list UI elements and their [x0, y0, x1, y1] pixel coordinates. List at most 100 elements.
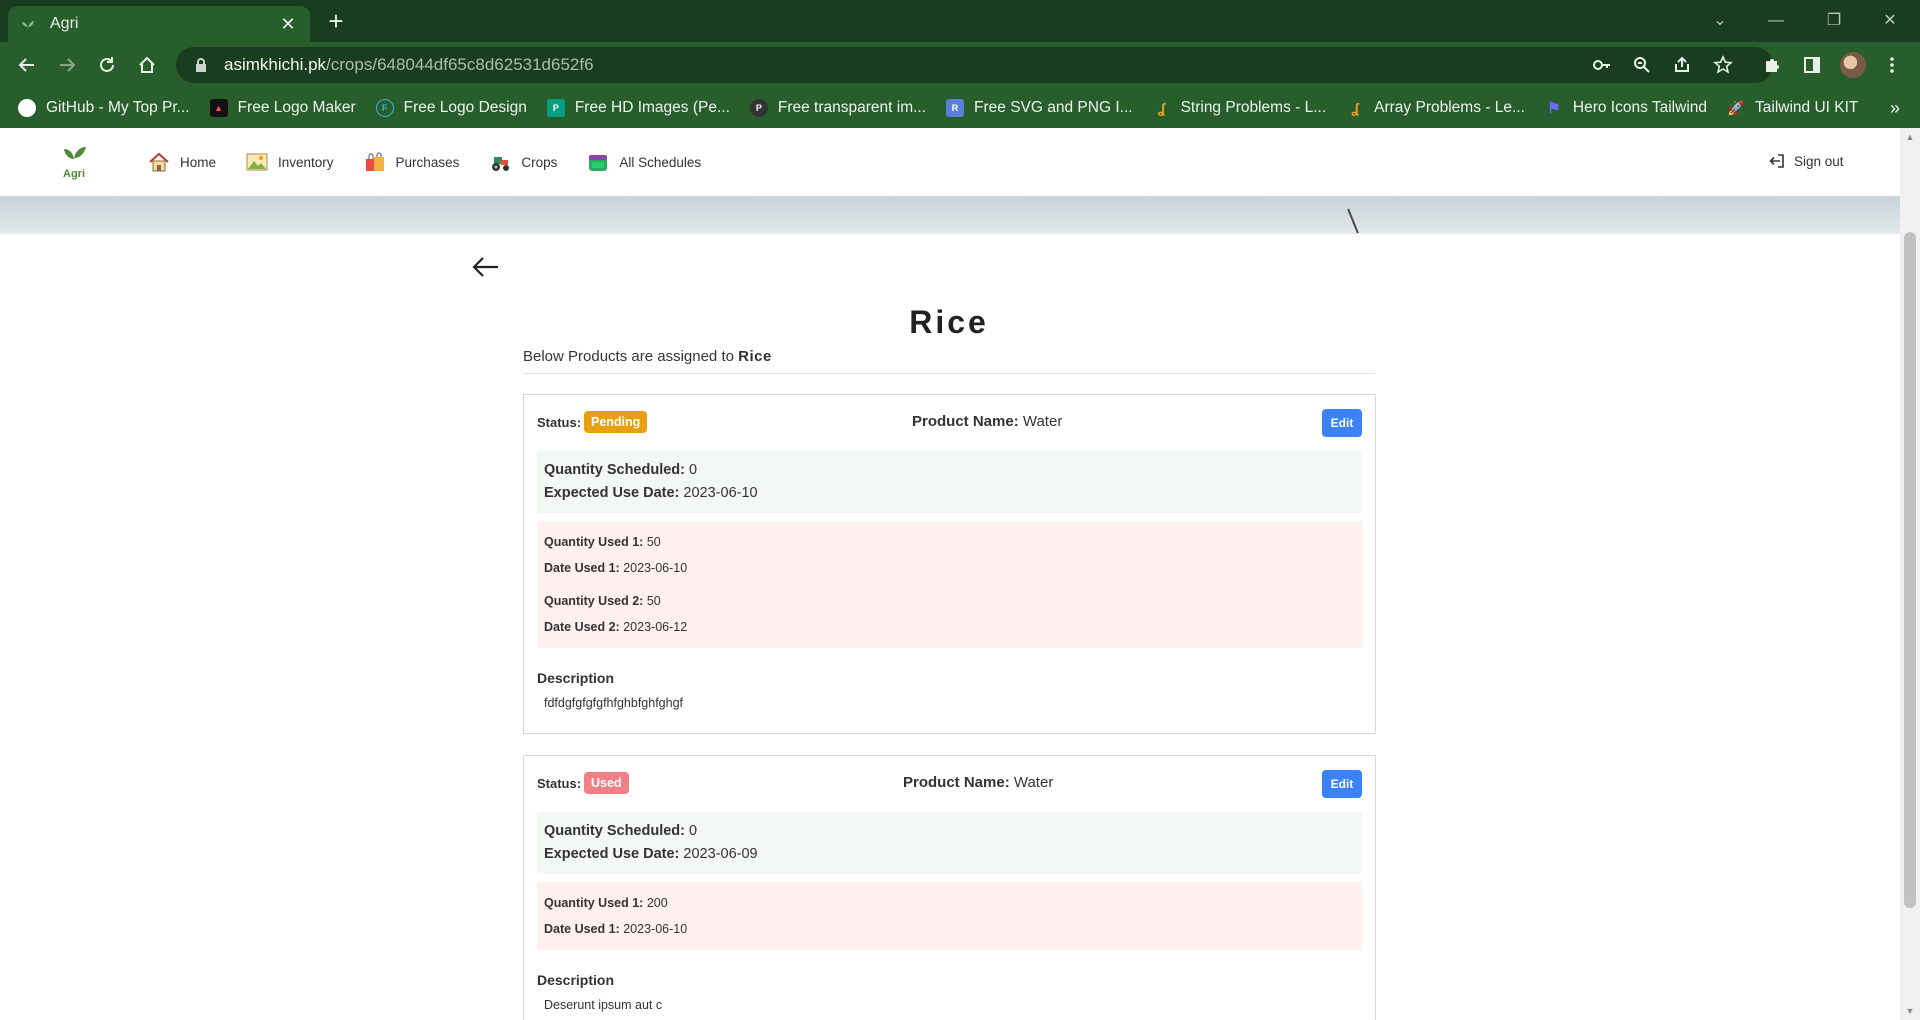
usage-qty-row: Quantity Used 1: 50: [544, 529, 1355, 555]
qty-scheduled-row: Quantity Scheduled: 0: [544, 820, 1355, 843]
page-subtitle: Below Products are assigned to Rice: [523, 348, 772, 365]
share-icon[interactable]: [1667, 50, 1697, 80]
usage-qty-value: 50: [646, 594, 661, 608]
house-icon: [149, 152, 169, 172]
shopping-bags-icon: [365, 152, 384, 171]
reload-icon[interactable]: [92, 50, 122, 80]
side-panel-icon[interactable]: [1797, 50, 1827, 80]
hero-banner-image: [0, 196, 1900, 234]
edit-button[interactable]: Edit: [1322, 409, 1362, 437]
bookmark-svgrepo[interactable]: R Free SVG and PNG I...: [946, 99, 1133, 117]
browser-tab[interactable]: Agri ✕: [8, 6, 310, 42]
subtitle-crop-name: Rice: [738, 348, 772, 365]
bookmark-logo-maker[interactable]: ▲ Free Logo Maker: [209, 99, 356, 117]
flo-icon: F: [375, 99, 394, 117]
nav-crops[interactable]: Crops: [489, 151, 557, 173]
card-header: Status: Used Product Name: Water Edit: [524, 756, 1375, 812]
product-name: Product Name: Water: [903, 774, 1053, 791]
bookmark-label: Tailwind UI KIT: [1755, 99, 1859, 116]
rocket-icon: 🚀: [1727, 99, 1745, 116]
bookmark-github[interactable]: GitHub - My Top Pr...: [18, 99, 190, 117]
status-label: Status:: [537, 415, 582, 430]
product-name-value: Water: [1013, 774, 1054, 791]
zoom-icon[interactable]: [1627, 50, 1657, 80]
nav-purchases-label: Purchases: [395, 154, 460, 170]
restore-icon[interactable]: ❐: [1814, 6, 1854, 36]
bookmark-label: Free Logo Maker: [237, 99, 356, 116]
usage-qty-row: Quantity Used 2: 50: [544, 588, 1355, 614]
product-card: Status: Used Product Name: Water Edit Qu…: [523, 755, 1376, 1020]
schedule-block: Quantity Scheduled: 0 Expected Use Date:…: [537, 451, 1362, 513]
page-scrollbar[interactable]: ▲ ▼: [1900, 128, 1920, 1020]
github-icon: [18, 99, 36, 117]
usage-qty-value: 200: [646, 896, 668, 910]
bookmark-label: GitHub - My Top Pr...: [46, 99, 190, 116]
nav-all-schedules-label: All Schedules: [619, 154, 702, 170]
product-name-label: Product Name:: [912, 413, 1019, 430]
nav-inventory[interactable]: Inventory: [246, 151, 334, 173]
nav-links: Home Inventory Purchases Crops All Sched…: [148, 128, 731, 196]
menu-kebab-icon[interactable]: [1877, 50, 1907, 80]
bookmark-hero-icons[interactable]: ⚑ Hero Icons Tailwind: [1545, 99, 1707, 117]
usage-date-label: Date Used 2:: [544, 620, 620, 634]
product-card: Status: Pending Product Name: Water Edit…: [523, 394, 1376, 734]
bookmark-string-problems[interactable]: ʆ String Problems - L...: [1153, 99, 1327, 117]
window-close-icon[interactable]: ✕: [1870, 6, 1910, 36]
bookmark-array-problems[interactable]: ʆ Array Problems - Le...: [1346, 99, 1525, 117]
leaf-favicon-icon: [22, 21, 34, 30]
edit-button[interactable]: Edit: [1322, 770, 1362, 798]
lock-icon: [196, 58, 206, 72]
usage-qty-label: Quantity Used 1:: [544, 535, 644, 549]
usage-block: Quantity Used 1: 50 Date Used 1: 2023-06…: [537, 521, 1362, 648]
expected-date-row: Expected Use Date: 2023-06-10: [544, 482, 1355, 505]
address-bar[interactable]: asimkhichi.pk/crops/648044df65c8d62531d6…: [176, 47, 1773, 83]
bookmark-star-icon[interactable]: [1708, 50, 1738, 80]
forward-icon[interactable]: [52, 50, 82, 80]
tab-search-icon[interactable]: ⌄: [1700, 6, 1740, 36]
landscape-icon: [246, 153, 268, 171]
tab-title: Agri: [50, 15, 79, 32]
bookmark-png[interactable]: P Free transparent im...: [749, 99, 926, 117]
flag-icon: ⚑: [1547, 100, 1561, 117]
qty-scheduled-row: Quantity Scheduled: 0: [544, 459, 1355, 482]
qty-scheduled-label: Quantity Scheduled:: [544, 823, 685, 839]
back-arrow-icon[interactable]: [472, 256, 500, 278]
description-text: Deserunt ipsum aut c: [544, 998, 663, 1012]
back-icon[interactable]: [12, 50, 42, 80]
nav-home-label: Home: [180, 154, 217, 170]
usage-qty-label: Quantity Used 2:: [544, 594, 644, 608]
nav-purchases[interactable]: Purchases: [364, 151, 460, 173]
minimize-icon[interactable]: —: [1756, 6, 1796, 36]
profile-avatar[interactable]: [1840, 52, 1866, 78]
usage-qty-value: 50: [646, 535, 661, 549]
bookmark-logo-design[interactable]: F Free Logo Design: [375, 99, 527, 117]
page-viewport: Agri Home Inventory Purchases Crops All …: [0, 128, 1900, 1020]
tab-close-icon[interactable]: ✕: [278, 14, 298, 35]
home-icon[interactable]: [132, 50, 162, 80]
url-host: asimkhichi.pk: [224, 55, 327, 74]
new-tab-icon[interactable]: +: [322, 8, 350, 36]
scroll-down-icon[interactable]: ▼: [1900, 1006, 1920, 1016]
agri-logo[interactable]: Agri: [56, 141, 92, 181]
product-name: Product Name: Water: [912, 413, 1062, 430]
nav-home[interactable]: Home: [148, 151, 216, 173]
extensions-icon[interactable]: [1757, 50, 1787, 80]
bookmark-label: String Problems - L...: [1180, 99, 1327, 116]
nav-all-schedules[interactable]: All Schedules: [587, 151, 701, 173]
sign-out-button[interactable]: Sign out: [1768, 152, 1844, 170]
qty-scheduled-label: Quantity Scheduled:: [544, 462, 685, 478]
bookmark-label: Free Logo Design: [403, 99, 527, 116]
app-navbar: Agri Home Inventory Purchases Crops All …: [0, 128, 1900, 196]
scroll-up-icon[interactable]: ▲: [1900, 132, 1920, 142]
qty-scheduled-value: 0: [689, 823, 698, 839]
key-icon[interactable]: [1587, 50, 1617, 80]
scrollbar-thumb[interactable]: [1904, 232, 1916, 908]
schedule-block: Quantity Scheduled: 0 Expected Use Date:…: [537, 812, 1362, 874]
more-bookmarks-icon[interactable]: »: [1890, 98, 1900, 119]
bookmark-tailwind-ui-kit[interactable]: 🚀 Tailwind UI KIT: [1727, 99, 1858, 117]
bookmark-pexels[interactable]: P Free HD Images (Pe...: [546, 99, 730, 117]
expected-date-value: 2023-06-09: [683, 846, 758, 862]
usage-date-row: Date Used 1: 2023-06-10: [544, 916, 1355, 942]
logo-text: Agri: [63, 168, 85, 180]
usage-date-label: Date Used 1:: [544, 561, 620, 575]
